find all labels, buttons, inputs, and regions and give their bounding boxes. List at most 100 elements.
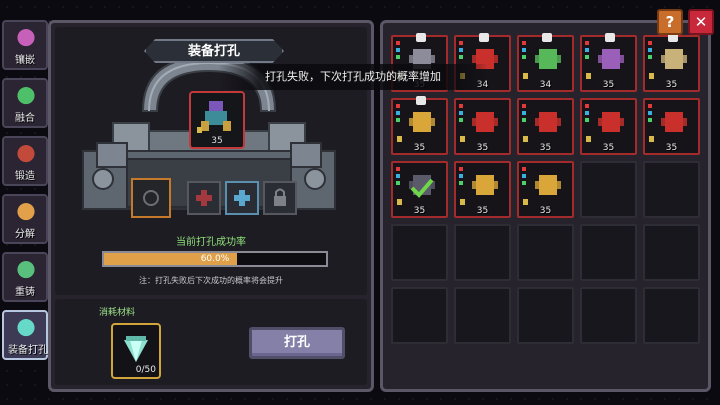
socket-hole-4[interactable] (263, 181, 297, 215)
success-rate-title: 当前打孔成功率 (176, 237, 246, 248)
inventory-item[interactable]: 35 (580, 33, 637, 92)
inventory-empty-cell[interactable] (643, 161, 700, 218)
sidebar-item-0[interactable]: 镶嵌 (2, 20, 48, 70)
sidebar-item-label: 融合 (15, 113, 35, 124)
lock-icon (197, 127, 202, 133)
inventory-item[interactable]: 35 (454, 98, 511, 155)
cost-material-slot[interactable]: 0/50 (111, 323, 161, 379)
socket-dot (459, 167, 463, 171)
lock-icon (274, 188, 286, 206)
pin-icon (542, 33, 552, 42)
item-level: 35 (602, 80, 615, 90)
socket-dot (522, 111, 526, 115)
red-armor-icon (598, 112, 624, 132)
socket-dot (648, 111, 652, 115)
socket-dots (459, 167, 464, 188)
socket-dots (459, 41, 464, 62)
plus-icon (234, 190, 250, 206)
socket-dot (522, 174, 526, 178)
socket-dot (396, 104, 400, 108)
socket-hole-3[interactable] (225, 181, 259, 215)
inventory-empty-cell[interactable] (454, 224, 511, 281)
item-level: 35 (602, 143, 615, 153)
inventory-item[interactable]: 35 (643, 98, 700, 155)
sidebar-item-4[interactable]: 重铸 (2, 252, 48, 302)
red-armor-icon (661, 112, 687, 132)
lock-icon (523, 199, 528, 205)
socket-dots (396, 167, 401, 188)
gem-socket-icon (12, 25, 40, 53)
lock-icon (586, 73, 591, 79)
sidebar-item-3[interactable]: 分解 (2, 194, 48, 244)
equipped-item-icon (201, 101, 231, 131)
socket-dot (396, 174, 400, 178)
socket-dots (585, 41, 590, 62)
socket-dot (522, 118, 526, 122)
socket-dots (396, 41, 401, 62)
equipped-item-slot[interactable]: 35 (189, 91, 245, 149)
socket-dots (396, 104, 401, 125)
inventory-empty-cell[interactable] (643, 287, 700, 344)
punch-button[interactable]: 打孔 (249, 327, 345, 359)
sidebar-item-label: 镶嵌 (15, 55, 35, 66)
socket-hole-1[interactable] (131, 178, 171, 218)
inventory-item[interactable]: 34 (517, 33, 574, 92)
socket-dot (585, 118, 589, 122)
sidebar-item-1[interactable]: 融合 (2, 78, 48, 128)
inventory-item[interactable]: 35 (454, 161, 511, 218)
inventory-empty-cell[interactable] (643, 224, 700, 281)
inventory-empty-cell[interactable] (391, 287, 448, 344)
socket-dot (459, 174, 463, 178)
inventory-item[interactable]: 35 (517, 161, 574, 218)
inventory-empty-cell[interactable] (454, 287, 511, 344)
inventory-item[interactable]: 35 (517, 98, 574, 155)
item-level: 35 (476, 143, 489, 153)
crystal-drill-icon (124, 336, 148, 362)
inventory-empty-cell[interactable] (580, 287, 637, 344)
socket-dot (585, 41, 589, 45)
socket-dot (459, 55, 463, 59)
inventory-item[interactable]: 35 (391, 161, 448, 218)
socket-dot (648, 104, 652, 108)
item-level: 34 (539, 80, 552, 90)
cost-area: 消耗材料 0/50 打孔 (55, 299, 367, 385)
pin-icon (416, 96, 426, 105)
sidebar-item-2[interactable]: 锻造 (2, 136, 48, 186)
sidebar-item-label: 分解 (15, 229, 35, 240)
fusion-icon (12, 83, 40, 111)
lock-icon (397, 136, 402, 142)
socket-dot (459, 118, 463, 122)
inventory-item[interactable]: 35 (391, 96, 448, 155)
socket-dot (648, 55, 652, 59)
socket-dot (459, 41, 463, 45)
inventory-empty-cell[interactable] (580, 161, 637, 218)
close-button[interactable]: ✕ (688, 9, 714, 35)
inventory-empty-cell[interactable] (517, 287, 574, 344)
drill-icon (12, 315, 40, 343)
item-level: 35 (539, 206, 552, 216)
inventory-empty-cell[interactable] (580, 224, 637, 281)
lock-icon (523, 136, 528, 142)
inventory-empty-cell[interactable] (391, 224, 448, 281)
lock-icon (649, 73, 654, 79)
inventory-item[interactable]: 35 (643, 33, 700, 92)
socket-dot (585, 104, 589, 108)
empty-hole-icon (143, 190, 159, 206)
socket-dots (522, 104, 527, 125)
socket-dots (648, 41, 653, 62)
item-level: 35 (413, 143, 426, 153)
socket-hole-2[interactable] (187, 181, 221, 215)
sidebar-item-label: 重铸 (15, 287, 35, 298)
help-button[interactable]: ? (657, 9, 683, 35)
pin-icon (479, 33, 489, 42)
item-level: 35 (539, 143, 552, 153)
inventory-item[interactable]: 35 (580, 98, 637, 155)
toast-message: 打孔失败，下次打孔成功的概率增加 (218, 64, 488, 90)
socket-dot (396, 118, 400, 122)
socket-dot (396, 55, 400, 59)
socket-holes-row (131, 178, 301, 223)
gold-boots-icon (535, 175, 561, 195)
sidebar-item-5[interactable]: 装备打孔 (2, 310, 48, 360)
inventory-empty-cell[interactable] (517, 224, 574, 281)
purple-armor-icon (598, 49, 624, 69)
